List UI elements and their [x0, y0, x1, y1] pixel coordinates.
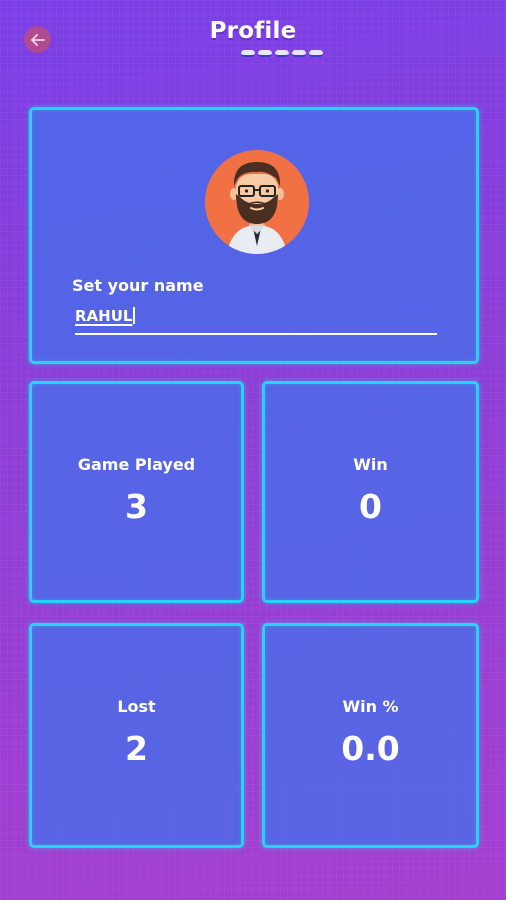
stat-label: Win — [353, 455, 388, 474]
stat-value: 2 — [125, 729, 148, 768]
text-caret — [133, 307, 136, 324]
stat-label: Game Played — [77, 455, 196, 474]
title-decoration — [241, 50, 323, 57]
stat-label: Win % — [342, 697, 399, 716]
name-input[interactable]: RAHUL — [75, 307, 437, 335]
stat-label: Lost — [117, 697, 156, 716]
page-title: Profile — [209, 18, 297, 44]
stat-card-lost: Lost 2 — [29, 623, 244, 848]
header-bar: Profile — [0, 0, 506, 80]
avatar — [205, 150, 309, 254]
stat-value: 3 — [125, 487, 148, 526]
name-label: Set your name — [72, 276, 204, 295]
name-input-value: RAHUL — [75, 307, 133, 325]
profile-card: Set your name RAHUL — [29, 107, 479, 364]
stat-value: 0 — [359, 487, 382, 526]
stat-card-win-percent: Win % 0.0 — [262, 623, 479, 848]
stat-card-game-played: Game Played 3 — [29, 381, 244, 603]
stat-card-win: Win 0 — [262, 381, 479, 603]
stat-value: 0.0 — [341, 729, 400, 768]
bearded-man-avatar-icon — [227, 162, 287, 254]
